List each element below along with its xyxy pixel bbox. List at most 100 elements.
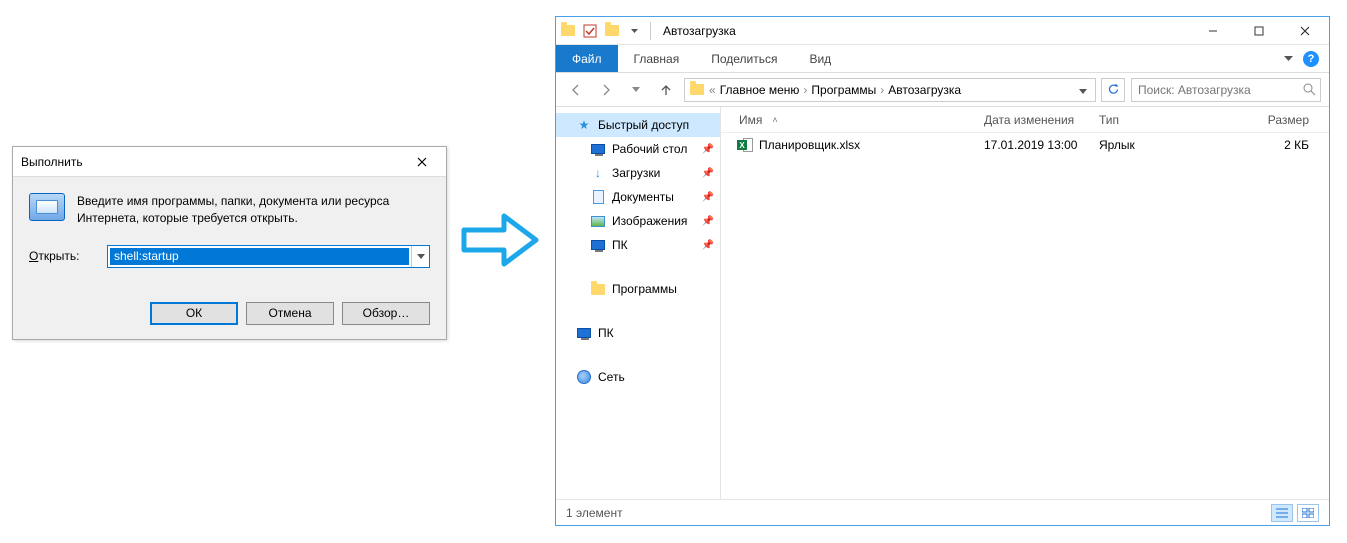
- nav-network[interactable]: Сеть: [556, 365, 720, 389]
- breadcrumb-seg-2[interactable]: Автозагрузка: [888, 83, 961, 97]
- nav-forward-button[interactable]: [594, 78, 618, 102]
- maximize-button[interactable]: [1237, 17, 1281, 45]
- chevron-down-icon: [631, 29, 638, 33]
- pin-icon: 📌: [702, 192, 714, 203]
- file-row[interactable]: X Планировщик.xlsx 17.01.2019 13:00 Ярлы…: [721, 133, 1329, 157]
- run-open-input[interactable]: [110, 248, 409, 265]
- pin-icon: 📌: [702, 240, 714, 251]
- arrow-icon: [460, 210, 540, 270]
- ribbon-expand-icon[interactable]: [1284, 56, 1293, 61]
- ribbon-tabs: Файл Главная Поделиться Вид ?: [556, 45, 1329, 73]
- breadcrumb-seg-1[interactable]: Программы: [811, 83, 876, 97]
- nav-pictures[interactable]: Изображения📌: [556, 209, 720, 233]
- col-date[interactable]: Дата изменения: [976, 113, 1091, 127]
- col-name[interactable]: Имя˄: [731, 113, 976, 127]
- nav-desktop[interactable]: Рабочий стол📌: [556, 137, 720, 161]
- download-icon: ↓: [590, 165, 606, 181]
- run-open-combobox[interactable]: [107, 245, 430, 268]
- nav-downloads[interactable]: ↓Загрузки📌: [556, 161, 720, 185]
- desktop-icon: [590, 141, 606, 157]
- network-icon: [576, 369, 592, 385]
- content-pane: Имя˄ Дата изменения Тип Размер X Планиро…: [721, 107, 1329, 499]
- explorer-window: Автозагрузка Файл Главная Поделиться Вид…: [555, 16, 1330, 526]
- arrow-up-icon: [659, 83, 673, 97]
- refresh-icon: [1107, 83, 1120, 96]
- run-close-button[interactable]: [402, 150, 442, 174]
- status-bar: 1 элемент: [556, 499, 1329, 525]
- nav-thispc[interactable]: ПК: [556, 321, 720, 345]
- breadcrumb-overflow[interactable]: «: [709, 83, 716, 97]
- close-icon: [417, 157, 427, 167]
- tab-view[interactable]: Вид: [793, 45, 847, 72]
- arrow-right-icon: [599, 83, 613, 97]
- navigation-pane: ★Быстрый доступ Рабочий стол📌 ↓Загрузки📌…: [556, 107, 721, 499]
- qat-newfolder-button[interactable]: [602, 21, 622, 41]
- view-toggle: [1271, 504, 1319, 522]
- pc-icon: [576, 325, 592, 341]
- pin-icon: 📌: [702, 168, 714, 179]
- pin-icon: 📌: [702, 216, 714, 227]
- minimize-icon: [1208, 26, 1218, 36]
- help-button[interactable]: ?: [1303, 51, 1319, 67]
- column-headers: Имя˄ Дата изменения Тип Размер: [721, 107, 1329, 133]
- chevron-down-icon: [632, 87, 640, 92]
- pin-icon: 📌: [702, 144, 714, 155]
- tab-home[interactable]: Главная: [618, 45, 696, 72]
- run-body: Введите имя программы, папки, документа …: [13, 177, 446, 268]
- run-open-label: Открыть:: [29, 249, 97, 263]
- qat-properties-button[interactable]: [580, 21, 600, 41]
- tab-share[interactable]: Поделиться: [695, 45, 793, 72]
- nav-up-button[interactable]: [654, 78, 678, 102]
- breadcrumb-dropdown[interactable]: [1075, 83, 1091, 97]
- run-titlebar[interactable]: Выполнить: [13, 147, 446, 177]
- nav-programs[interactable]: Программы: [556, 277, 720, 301]
- chevron-down-icon: [417, 254, 425, 259]
- nav-back-button[interactable]: [564, 78, 588, 102]
- run-title-text: Выполнить: [21, 155, 402, 169]
- close-button[interactable]: [1283, 17, 1327, 45]
- window-title: Автозагрузка: [663, 24, 736, 38]
- file-date: 17.01.2019 13:00: [976, 138, 1091, 152]
- file-type: Ярлык: [1091, 138, 1201, 152]
- minimize-button[interactable]: [1191, 17, 1235, 45]
- nav-thispc-pin[interactable]: ПК📌: [556, 233, 720, 257]
- star-icon: ★: [576, 117, 592, 133]
- ok-button[interactable]: ОК: [150, 302, 238, 325]
- run-dialog: Выполнить Введите имя программы, папки, …: [12, 146, 447, 340]
- breadcrumb[interactable]: « Главное меню › Программы › Автозагрузк…: [684, 78, 1096, 102]
- qat-more-button[interactable]: [624, 21, 644, 41]
- maximize-icon: [1254, 26, 1264, 36]
- col-type[interactable]: Тип: [1091, 113, 1201, 127]
- tab-file[interactable]: Файл: [556, 45, 618, 72]
- run-message: Введите имя программы, папки, документа …: [77, 193, 430, 227]
- view-thumbs-button[interactable]: [1297, 504, 1319, 522]
- qat-folder-icon: [558, 21, 578, 41]
- pictures-icon: [590, 213, 606, 229]
- grid-icon: [1302, 508, 1314, 518]
- run-open-dropdown-button[interactable]: [411, 246, 429, 267]
- col-size[interactable]: Размер: [1201, 113, 1329, 127]
- view-details-button[interactable]: [1271, 504, 1293, 522]
- folder-icon: [690, 84, 704, 95]
- run-app-icon: [29, 193, 65, 221]
- breadcrumb-seg-0[interactable]: Главное меню: [720, 83, 800, 97]
- sort-caret-icon: ˄: [772, 115, 777, 125]
- search-input[interactable]: [1136, 82, 1303, 98]
- close-icon: [1300, 26, 1310, 36]
- file-size: 2 КБ: [1201, 138, 1329, 152]
- nav-documents[interactable]: Документы📌: [556, 185, 720, 209]
- nav-quickaccess[interactable]: ★Быстрый доступ: [556, 113, 720, 137]
- pc-icon: [590, 237, 606, 253]
- arrow-left-icon: [569, 83, 583, 97]
- excel-shortcut-icon: X: [739, 138, 753, 152]
- list-icon: [1276, 508, 1288, 518]
- cancel-button[interactable]: Отмена: [246, 302, 334, 325]
- explorer-titlebar[interactable]: Автозагрузка: [556, 17, 1329, 45]
- address-bar-row: « Главное меню › Программы › Автозагрузк…: [556, 73, 1329, 107]
- nav-recent-button[interactable]: [624, 78, 648, 102]
- folder-icon: [590, 281, 606, 297]
- browse-button[interactable]: Обзор…: [342, 302, 430, 325]
- refresh-button[interactable]: [1101, 78, 1125, 102]
- search-box[interactable]: [1131, 78, 1321, 102]
- separator: [650, 22, 651, 40]
